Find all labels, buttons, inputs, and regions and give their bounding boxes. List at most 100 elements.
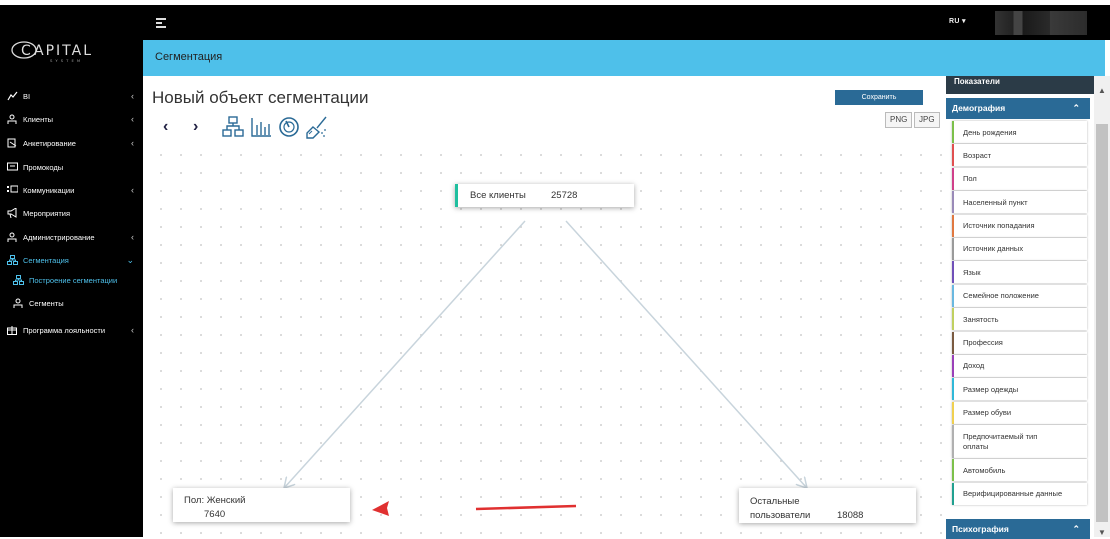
demography-item[interactable]: Верифицированные данные xyxy=(952,482,1087,505)
megaphone-icon xyxy=(6,207,18,219)
toolbar: ‹ › xyxy=(163,114,333,140)
logo-icon: C APITAL SYSTEM xyxy=(11,41,91,63)
demography-item-label: День рождения xyxy=(963,127,1017,137)
node-gender-female[interactable]: Пол: Женский 7640 xyxy=(173,488,350,522)
demography-item[interactable]: Пол xyxy=(952,167,1087,190)
save-button[interactable]: Сохранить xyxy=(835,90,923,105)
bar-chart-tool-icon[interactable] xyxy=(249,115,273,139)
node-count: 18088 xyxy=(837,510,864,521)
demography-item[interactable]: Источник данных xyxy=(952,237,1087,260)
sidebar-item-bi[interactable]: BI ‹ xyxy=(0,87,143,105)
hierarchy-tool-icon[interactable] xyxy=(221,115,245,139)
chevron-up-icon: ⌃ xyxy=(1072,103,1080,113)
node-label: Пол: Женский xyxy=(184,495,246,506)
demography-item[interactable]: Размер одежды xyxy=(952,378,1087,401)
demography-item[interactable]: Населенный пункт xyxy=(952,191,1087,214)
scroll-thumb[interactable] xyxy=(1096,124,1108,522)
demography-item[interactable]: Профессия xyxy=(952,331,1087,354)
sidebar-subitem-segments[interactable]: Сегменты xyxy=(6,294,143,312)
chevron-left-icon: ‹ xyxy=(131,91,134,101)
demography-item-label: Верифицированные данные xyxy=(963,489,1063,499)
red-annotation-arrow xyxy=(475,504,577,511)
demography-item-label: Возраст xyxy=(963,150,992,160)
chevron-left-icon: ‹ xyxy=(131,325,134,335)
sidebar-item-label: Программа лояльности xyxy=(23,325,106,335)
clear-brush-icon[interactable] xyxy=(305,115,329,139)
sidebar-item-label: Сегменты xyxy=(29,298,64,308)
demography-item[interactable]: День рождения xyxy=(952,121,1087,143)
top-bar: RU ▾ xyxy=(0,5,1110,40)
dashboard-tool-icon[interactable] xyxy=(277,115,301,139)
demography-item-label: Размер обуви xyxy=(963,408,1012,418)
item-color-bar xyxy=(952,121,954,143)
user-icon xyxy=(6,114,18,124)
scroll-up-icon[interactable]: ▲ xyxy=(1098,86,1106,95)
demography-item-label: Автомобиль xyxy=(963,465,1006,475)
sidebar-item-events[interactable]: Мероприятия xyxy=(0,204,143,222)
demography-title: Демография xyxy=(952,103,1006,113)
demography-item[interactable]: Размер обуви xyxy=(952,401,1087,424)
right-panel-scrollbar[interactable]: ▲ ▼ xyxy=(1094,76,1110,537)
demography-item[interactable]: Занятость xyxy=(952,308,1087,331)
item-color-bar xyxy=(952,261,954,284)
user-avatar[interactable] xyxy=(995,11,1087,35)
item-color-bar xyxy=(952,144,954,167)
item-color-bar xyxy=(952,214,954,237)
demography-item[interactable]: Язык xyxy=(952,261,1087,284)
gift-icon xyxy=(6,325,18,335)
demography-item-label: Пол xyxy=(963,174,977,184)
sidebar-item-label: Администрирование xyxy=(23,232,95,242)
chevron-left-icon: ‹ xyxy=(131,185,134,195)
scroll-down-icon[interactable]: ▼ xyxy=(1098,528,1106,537)
psychography-header[interactable]: Психография ⌃ xyxy=(946,519,1090,539)
item-color-bar xyxy=(952,167,954,190)
demography-item[interactable]: Источник попадания xyxy=(952,214,1087,237)
page-header: Сегментация xyxy=(143,40,1105,76)
node-all-clients[interactable]: Все клиенты 25728 xyxy=(455,184,634,207)
indicators-header[interactable]: Показатели xyxy=(946,76,1094,94)
connector-right xyxy=(565,220,806,487)
sidebar-item-label: Промокоды xyxy=(23,162,64,172)
demography-item[interactable]: Возраст xyxy=(952,144,1087,167)
item-color-bar xyxy=(952,284,954,307)
sidebar-item-clients[interactable]: Клиенты ‹ xyxy=(0,110,143,128)
sidebar-item-promocodes[interactable]: Промокоды xyxy=(0,158,143,176)
node-other-users[interactable]: Остальные пользователи 18088 xyxy=(739,488,916,523)
list-icon xyxy=(6,185,18,195)
sidebar-item-segmentation[interactable]: Сегментация ⌄ xyxy=(0,251,143,269)
item-color-bar xyxy=(952,378,954,401)
sidebar-item-administration[interactable]: Администрирование ‹ xyxy=(0,228,143,246)
red-arrow-head xyxy=(372,501,389,516)
demography-item[interactable]: Автомобиль xyxy=(952,459,1087,482)
admin-icon xyxy=(6,232,18,242)
demography-item-label: Источник попадания xyxy=(963,221,1035,231)
sidebar-subitem-build-segmentation[interactable]: Построение сегментации xyxy=(6,271,143,289)
back-arrow-icon[interactable]: ‹ xyxy=(163,118,193,136)
item-color-bar xyxy=(952,354,954,377)
node-label-line2: пользователи xyxy=(750,510,811,521)
sidebar-item-surveys[interactable]: Анкетирование ‹ xyxy=(0,134,143,152)
demography-item-label: Семейное положение xyxy=(963,291,1039,301)
user-icon xyxy=(12,298,24,308)
chevron-up-icon: ⌃ xyxy=(1072,524,1080,534)
sidebar-item-loyalty[interactable]: Программа лояльности ‹ xyxy=(0,321,143,339)
hierarchy-icon xyxy=(6,255,18,265)
demography-item[interactable]: Семейное положение xyxy=(952,284,1087,307)
forward-arrow-icon[interactable]: › xyxy=(193,118,221,136)
export-jpg-button[interactable]: JPG xyxy=(914,112,940,128)
logo-sub: SYSTEM xyxy=(50,58,83,63)
demography-item-label: Источник данных xyxy=(963,244,1024,254)
sidebar-item-communications[interactable]: Коммуникации ‹ xyxy=(0,181,143,199)
item-color-bar xyxy=(952,482,954,505)
psychography-title: Психография xyxy=(952,524,1009,534)
language-selector[interactable]: RU ▾ xyxy=(949,17,966,25)
demography-item[interactable]: Предпочитаемый тип оплаты xyxy=(952,425,1087,459)
menu-toggle-icon[interactable] xyxy=(156,18,166,30)
demography-item-label: Занятость xyxy=(963,314,999,324)
chevron-left-icon: ‹ xyxy=(131,114,134,124)
export-png-button[interactable]: PNG xyxy=(885,112,913,128)
segmentation-canvas[interactable]: Все клиенты 25728 Пол: Женский 7640 Оста… xyxy=(143,140,946,537)
demography-header[interactable]: Демография ⌃ xyxy=(946,98,1090,119)
demography-items: День рождения Возраст Пол Населенный пункт И… xyxy=(952,121,1087,506)
demography-item[interactable]: Доход xyxy=(952,354,1087,377)
